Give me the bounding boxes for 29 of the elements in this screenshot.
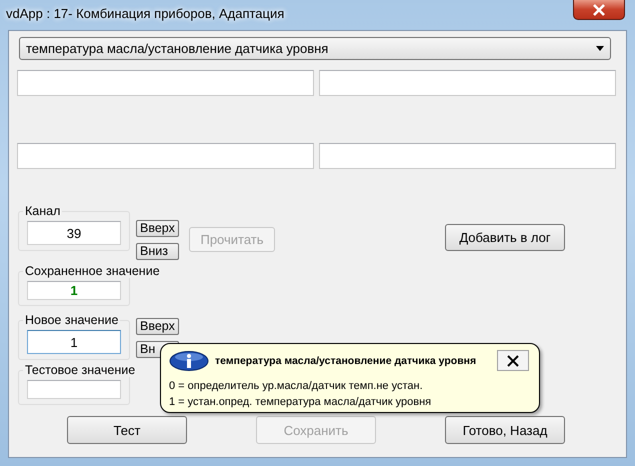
group-label: Канал: [23, 204, 62, 218]
close-button[interactable]: [497, 350, 529, 371]
tooltip-title: температура масла/установление датчика уровня: [215, 354, 476, 366]
info-field[interactable]: [17, 143, 314, 169]
value-field[interactable]: 1: [27, 330, 121, 354]
caret-icon: [596, 46, 604, 51]
up-button[interactable]: Вверх: [136, 220, 179, 237]
close-icon: [592, 4, 606, 16]
value-field[interactable]: 39: [27, 221, 121, 245]
close-icon: [507, 354, 519, 366]
down-button[interactable]: Вниз: [136, 243, 179, 260]
group-label: Новое значение: [23, 313, 120, 327]
info-icon: [169, 350, 209, 370]
dropdown[interactable]: температура масла/установление датчика уровня: [19, 37, 611, 60]
value-field[interactable]: 1: [27, 281, 121, 300]
tooltip-text: 0 = определитель ур.масла/датчик темп.не устан.: [169, 379, 424, 394]
up-button[interactable]: Вверх: [136, 318, 179, 335]
info-field[interactable]: [319, 143, 616, 169]
dialog-button[interactable]: Тест: [67, 416, 187, 444]
tooltip-text: 1 = устан.опред. температура масла/датчик уровня: [169, 395, 432, 410]
info-field[interactable]: [17, 70, 314, 96]
info-field[interactable]: [319, 70, 616, 96]
group-label: Сохраненное значение: [23, 264, 162, 278]
close-button[interactable]: [573, 0, 625, 20]
group-label: Тестовое значение: [23, 363, 138, 377]
add-to-log-button[interactable]: Добавить в лог: [445, 224, 565, 251]
dialog-button[interactable]: Готово, Назад: [445, 416, 565, 444]
window-title: vdApp : 17- Комбинация приборов, Адаптация: [6, 6, 284, 21]
value-field[interactable]: [27, 380, 121, 399]
